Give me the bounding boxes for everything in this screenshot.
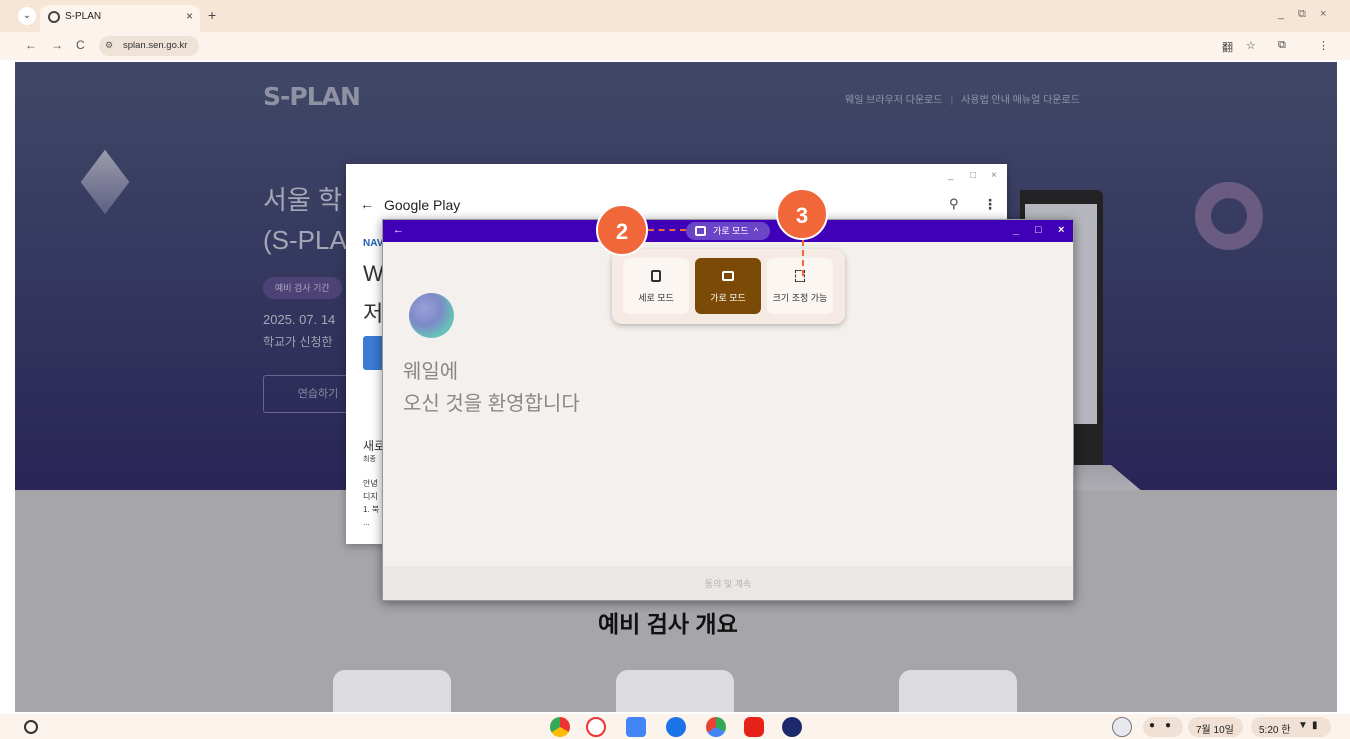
welcome-line-1: 웨일에: [403, 361, 459, 383]
portrait-mode-label: 세로 모드: [638, 293, 674, 303]
landscape-icon: [695, 226, 706, 236]
menu-dots-icon[interactable]: ⋮: [1318, 39, 1329, 52]
translate-icon[interactable]: 翻: [1222, 39, 1233, 55]
bookmark-star-icon[interactable]: ☆: [1246, 39, 1256, 52]
forward-arrow-icon[interactable]: →: [51, 38, 63, 52]
wifi-icon: ▼: [1298, 720, 1308, 731]
minimize-button[interactable]: _: [1278, 8, 1284, 20]
welcome-line-2: 오신 것을 환영합니다: [403, 393, 580, 415]
whale-back-arrow-icon[interactable]: ←: [393, 224, 404, 236]
browser-tab-bar: ⌄ S-PLAN × + _ ⧉ ×: [0, 0, 1350, 32]
overview-card[interactable]: [333, 670, 451, 712]
welcome-text: 웨일에 오신 것을 환영합니다: [403, 356, 580, 420]
agree-continue-button[interactable]: 동의 및 계속: [383, 577, 1073, 590]
landscape-mode-button[interactable]: 가로 모드: [695, 258, 761, 314]
calendar-icon[interactable]: [626, 717, 646, 737]
os-shelf: ● ● 7월 10일 5:20 한 ▼ ▮: [0, 714, 1350, 739]
extensions-icon[interactable]: ⧉: [1278, 39, 1286, 52]
overview-card[interactable]: [899, 670, 1017, 712]
shelf-time: 5:20 한: [1259, 725, 1291, 736]
portrait-icon: [651, 270, 661, 282]
status-pill[interactable]: ● ●: [1143, 717, 1183, 737]
close-window-button[interactable]: ×: [1320, 8, 1326, 20]
gp-partial-text: 디지: [363, 492, 378, 501]
date-pill[interactable]: 7월 10일: [1188, 717, 1243, 737]
gp-title: Google Play: [384, 197, 461, 213]
whale-minimize-button[interactable]: _: [1013, 224, 1019, 236]
gp-close-button[interactable]: ×: [991, 170, 997, 181]
gp-partial-text: NAV: [363, 238, 384, 249]
new-tab-button[interactable]: +: [208, 7, 216, 23]
whale-footer-bar: 동의 및 계속: [383, 566, 1073, 600]
globe-icon: [48, 11, 60, 23]
tab-title: S-PLAN: [65, 11, 102, 22]
gp-more-icon[interactable]: ⋮: [983, 196, 997, 213]
files-icon[interactable]: [666, 717, 686, 737]
orientation-mode-pill[interactable]: 가로 모드 ^: [686, 222, 770, 240]
chevron-up-icon: ^: [754, 226, 759, 236]
section-title: 예비 검사 개요: [598, 611, 738, 637]
mode-pill-label: 가로 모드: [713, 226, 749, 236]
back-arrow-icon[interactable]: ←: [25, 38, 37, 52]
portrait-mode-button[interactable]: 세로 모드: [623, 258, 689, 314]
play-store-icon[interactable]: [706, 717, 726, 737]
resizable-mode-label: 크기 조정 가능: [772, 293, 828, 303]
whale-logo-icon: [409, 293, 454, 338]
shelf-date: 7월 10일: [1196, 725, 1234, 736]
whale-close-button[interactable]: ×: [1058, 224, 1064, 236]
gp-search-icon[interactable]: ⚲: [949, 196, 959, 212]
callout-badge-2: 2: [596, 204, 648, 256]
reload-icon[interactable]: C: [76, 38, 85, 52]
landscape-mode-label: 가로 모드: [710, 293, 746, 303]
gp-back-arrow-icon[interactable]: ←: [360, 196, 374, 212]
battery-icon: ▮: [1312, 720, 1318, 731]
callout-badge-3: 3: [776, 188, 828, 240]
orientation-mode-popup: 세로 모드 가로 모드 크기 조정 가능: [612, 249, 845, 324]
whale-browser-icon[interactable]: [782, 717, 802, 737]
whale-titlebar: ← 가로 모드 ^ _ □ ×: [383, 220, 1073, 242]
chrome-icon[interactable]: [550, 717, 570, 737]
gp-partial-text: 안녕: [363, 479, 378, 488]
time-pill[interactable]: 5:20 한 ▼ ▮: [1251, 717, 1331, 737]
url-text[interactable]: splan.sen.go.kr: [123, 40, 187, 51]
gp-minimize-button[interactable]: _: [948, 170, 954, 181]
callout-connector: [648, 229, 686, 231]
tab-close-icon[interactable]: ×: [186, 9, 193, 23]
address-bar[interactable]: ⚙ splan.sen.go.kr: [99, 36, 1269, 56]
landscape-icon: [722, 271, 734, 281]
browser-toolbar: ← → C ⚙ splan.sen.go.kr 翻 ☆ ⧉ ⋮: [0, 32, 1350, 60]
launcher-icon[interactable]: [24, 720, 38, 734]
overview-card[interactable]: [616, 670, 734, 712]
youtube-icon[interactable]: [744, 717, 764, 737]
gp-partial-text: ...: [363, 518, 370, 527]
site-settings-icon[interactable]: ⚙: [105, 40, 113, 51]
gp-partial-text: 1. 북: [363, 505, 380, 514]
callout-connector: [802, 240, 804, 276]
gp-maximize-button[interactable]: □: [970, 170, 976, 181]
tote-icon[interactable]: [1112, 717, 1132, 737]
gp-partial-text: 최종: [363, 456, 376, 463]
url-pill[interactable]: ⚙ splan.sen.go.kr: [99, 36, 199, 56]
notification-icon: ●: [1165, 720, 1172, 731]
gp-partial-text: W: [363, 261, 384, 286]
gp-partial-text: 저: [363, 301, 384, 326]
whale-maximize-button[interactable]: □: [1035, 224, 1042, 236]
record-icon: ●: [1149, 720, 1156, 731]
resizable-mode-button[interactable]: 크기 조정 가능: [767, 258, 833, 314]
tab-search-chevron-icon[interactable]: ⌄: [18, 7, 36, 25]
restore-button[interactable]: ⧉: [1298, 8, 1306, 21]
browser-tab[interactable]: S-PLAN ×: [40, 5, 200, 32]
gmail-icon[interactable]: [586, 717, 606, 737]
